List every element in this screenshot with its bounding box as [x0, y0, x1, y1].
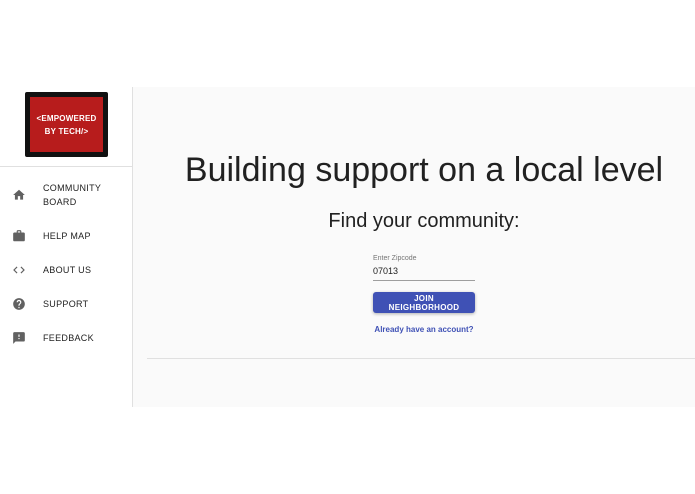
sidebar: <EMPOWERED BY TECH/> COMMUNITY BOARD HEL…: [0, 87, 133, 407]
logo-text-line2: BY TECH/>: [44, 126, 89, 136]
main-content: Building support on a local level Find y…: [133, 87, 695, 407]
logo-text-line1: <EMPOWERED: [36, 113, 97, 123]
sidebar-item-label: COMMUNITY BOARD: [43, 183, 102, 207]
app-shell: <EMPOWERED BY TECH/> COMMUNITY BOARD HEL…: [0, 87, 695, 407]
sidebar-item-label: ABOUT US: [43, 265, 92, 275]
content-divider: [147, 358, 695, 359]
zipcode-input[interactable]: [373, 263, 475, 281]
home-icon: [12, 188, 26, 202]
zipcode-label: Enter Zipcode: [373, 255, 417, 262]
sidebar-item-support[interactable]: SUPPORT: [0, 297, 132, 311]
sidebar-divider: [0, 166, 132, 167]
logo[interactable]: <EMPOWERED BY TECH/>: [25, 92, 108, 157]
section-heading: Find your community:: [328, 210, 520, 232]
sidebar-item-label: SUPPORT: [43, 299, 89, 309]
sidebar-item-label: HELP MAP: [43, 231, 91, 241]
code-icon: [12, 263, 26, 277]
page-title: Building support on a local level: [184, 151, 664, 189]
sidebar-item-label: FEEDBACK: [43, 333, 94, 343]
briefcase-icon: [12, 229, 26, 243]
sidebar-item-feedback[interactable]: FEEDBACK: [0, 331, 132, 345]
sidebar-item-about-us[interactable]: ABOUT US: [0, 263, 132, 277]
logo-badge: <EMPOWERED BY TECH/>: [30, 97, 103, 152]
feedback-icon: [12, 331, 26, 345]
sidebar-item-help-map[interactable]: HELP MAP: [0, 229, 132, 243]
zipcode-field: Enter Zipcode: [373, 254, 475, 281]
already-have-account-link[interactable]: Already have an account?: [353, 325, 495, 334]
join-neighborhood-button[interactable]: JOIN NEIGHBORHOOD: [373, 292, 475, 313]
sidebar-item-community-board[interactable]: COMMUNITY BOARD: [0, 181, 132, 209]
help-icon: [12, 297, 26, 311]
